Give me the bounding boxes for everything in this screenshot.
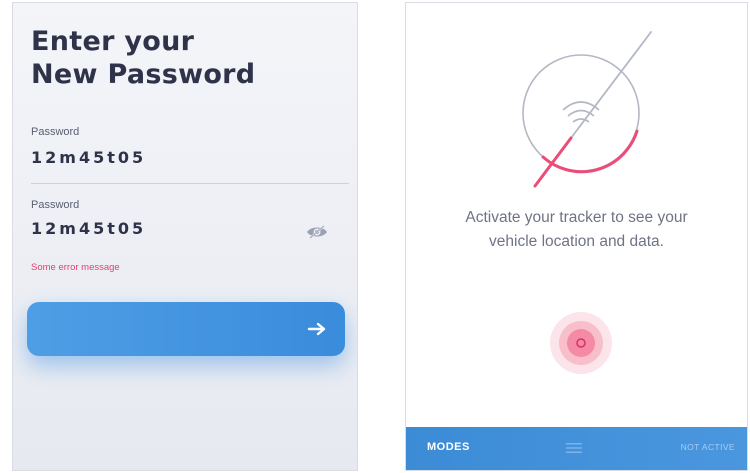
arrow-right-icon — [307, 322, 326, 336]
submit-button[interactable] — [27, 302, 345, 356]
title-line-1: Enter your — [31, 26, 195, 57]
activate-tracker-button[interactable] — [550, 312, 612, 374]
error-message: Some error message — [31, 262, 120, 273]
title-line-2: New Password — [31, 59, 256, 90]
signal-off-icon — [522, 31, 652, 188]
menu-icon[interactable] — [566, 442, 582, 454]
confirm-password-label: Password — [31, 199, 80, 211]
page-title: Enter your New Password — [31, 25, 255, 91]
activate-message: Activate your tracker to see your vehicl… — [406, 206, 747, 254]
activate-message-line-2: vehicle location and data. — [489, 233, 664, 250]
eye-off-icon[interactable] — [306, 224, 328, 240]
field-divider — [31, 183, 349, 184]
bottom-bar: MODES NOT ACTIVE — [406, 427, 747, 470]
password-screen: Enter your New Password Password 12m45t0… — [12, 2, 358, 471]
status-label: NOT ACTIVE — [680, 442, 735, 452]
password-field[interactable]: 12m45t05 — [31, 148, 146, 167]
confirm-password-field[interactable]: 12m45t05 — [31, 219, 146, 238]
power-icon — [576, 338, 586, 348]
activate-message-line-1: Activate your tracker to see your — [465, 209, 688, 226]
modes-button[interactable]: MODES — [427, 441, 470, 453]
tracker-screen: Activate your tracker to see your vehicl… — [405, 2, 748, 471]
password-label: Password — [31, 126, 80, 138]
